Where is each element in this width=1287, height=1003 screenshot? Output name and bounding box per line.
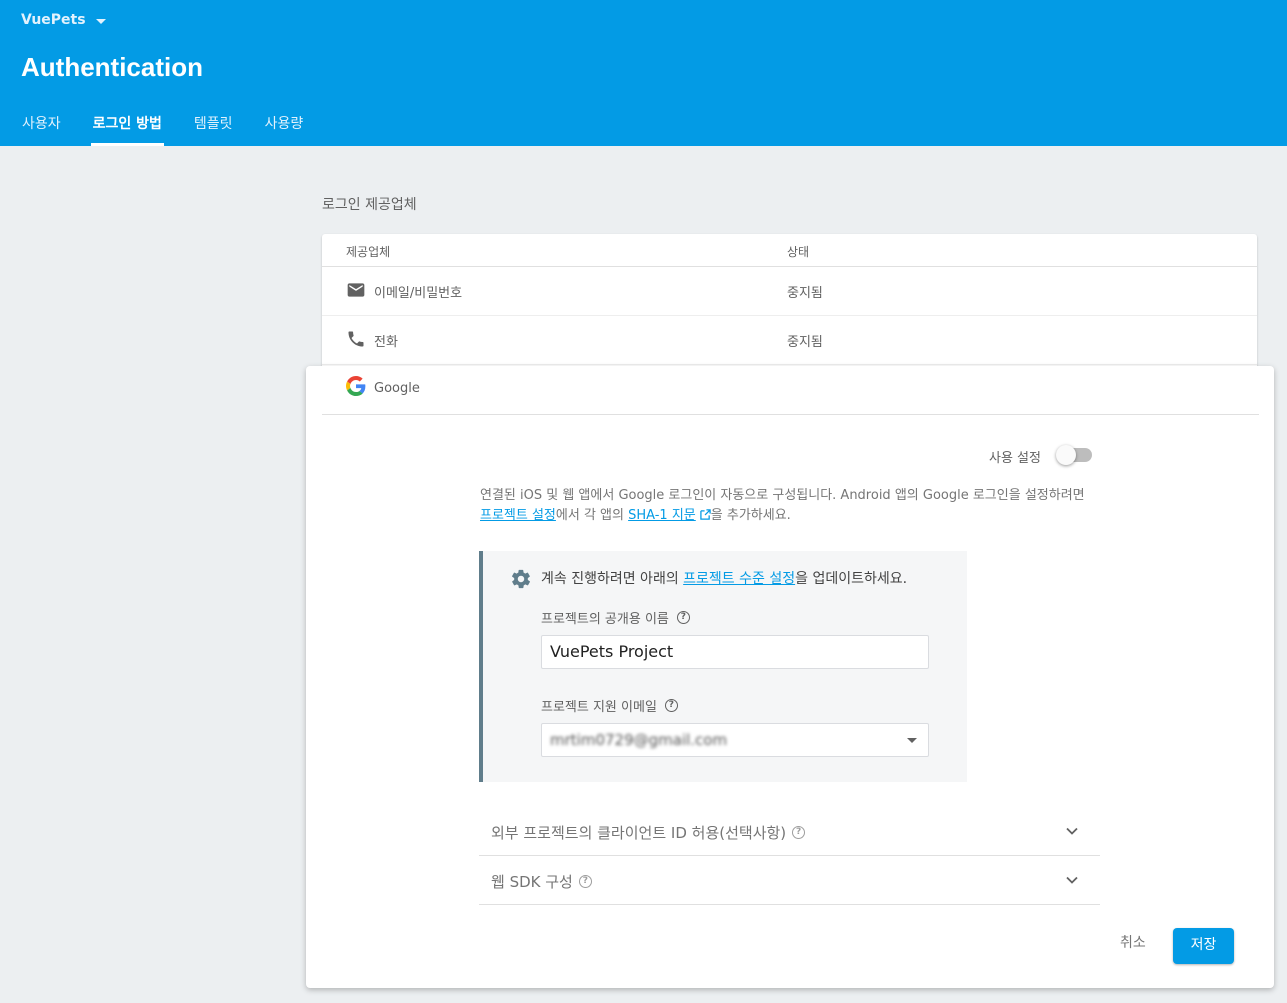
help-icon[interactable]: ? [578,875,592,888]
expander-label: 웹 SDK 구성 ? [491,871,592,892]
gear-icon [511,569,531,589]
app-header: VuePets Authentication 사용자 로그인 방법 템플릿 사용… [0,0,1287,146]
providers-table: 제공업체 상태 이메일/비밀번호 중지됨 전화 중지됨 [322,234,1257,374]
table-row[interactable]: 이메일/비밀번호 중지됨 [322,267,1257,316]
web-sdk-config-expander[interactable]: 웹 SDK 구성 ? [479,856,1100,905]
sha1-link[interactable]: SHA-1 지문 [628,508,696,523]
description-part: 에서 각 앱의 [555,508,629,523]
project-level-settings-link[interactable]: 프로젝트 수준 설정 [683,571,795,587]
notice-part: 계속 진행하려면 아래의 [541,571,684,587]
project-selector[interactable]: VuePets [21,12,106,28]
google-logo-icon [346,376,366,396]
chevron-down-icon [1066,827,1078,835]
toggle-knob [1056,445,1076,465]
phone-icon [348,331,364,347]
help-icon[interactable]: ? [792,826,806,839]
notice-part: 을 업데이트하세요. [795,571,908,587]
description-part: 연결된 iOS 및 웹 앱에서 Google 로그인이 자동으로 구성됩니다. … [480,488,1085,503]
chevron-down-icon [1066,876,1078,884]
section-label: 로그인 제공업체 [322,197,417,213]
tab-usage[interactable]: 사용량 [265,110,304,146]
provider-name: 전화 [374,335,398,350]
google-provider-panel: Google 사용 설정 연결된 iOS 및 웹 앱에서 Google 로그인이… [306,366,1274,988]
dropdown-arrow-icon [907,738,917,743]
external-client-ids-expander[interactable]: 외부 프로젝트의 클라이언트 ID 허용(선택사항) ? [479,807,1100,856]
description-part: 을 추가하세요. [710,508,791,523]
public-name-input[interactable]: VuePets Project [541,635,929,669]
caret-down-icon [95,18,106,24]
public-name-label-text: 프로젝트의 공개용 이름 [541,612,669,627]
help-icon[interactable]: ? [676,611,690,624]
provider-title: Google [374,381,420,396]
notice-text: 계속 진행하려면 아래의 프로젝트 수준 설정을 업데이트하세요. [541,568,907,588]
enable-label: 사용 설정 [989,451,1041,466]
project-settings-link[interactable]: 프로젝트 설정 [480,508,556,523]
expander-label-text: 외부 프로젝트의 클라이언트 ID 허용(선택사항) [491,824,787,842]
table-header: 제공업체 상태 [322,234,1257,267]
provider-name: 이메일/비밀번호 [374,286,463,301]
support-email-select[interactable]: mrtim0729@gmail.com [541,723,929,757]
support-email-value: mrtim0729@gmail.com [550,731,728,749]
table-row[interactable]: 전화 중지됨 [322,316,1257,365]
tab-sign-in-method[interactable]: 로그인 방법 [90,110,165,146]
tab-templates[interactable]: 템플릿 [194,110,233,146]
tab-users[interactable]: 사용자 [22,110,61,146]
expander-label-text: 웹 SDK 구성 [491,873,573,891]
column-header-provider: 제공업체 [346,245,391,259]
provider-status: 중지됨 [787,286,823,301]
support-email-label: 프로젝트 지원 이메일 ? [541,696,678,715]
enable-toggle[interactable] [1056,445,1092,465]
column-header-status: 상태 [787,245,810,259]
support-email-label-text: 프로젝트 지원 이메일 [541,700,657,715]
mail-icon [347,283,365,297]
cancel-button[interactable]: 취소 [1112,928,1154,956]
project-settings-box: 계속 진행하려면 아래의 프로젝트 수준 설정을 업데이트하세요. 프로젝트의 … [479,551,967,782]
panel-header: Google [322,366,1259,415]
save-button[interactable]: 저장 [1173,928,1234,964]
tab-bar: 사용자 로그인 방법 템플릿 사용량 [0,110,313,146]
description-text: 연결된 iOS 및 웹 앱에서 Google 로그인이 자동으로 구성됩니다. … [480,486,1100,526]
public-name-label: 프로젝트의 공개용 이름 ? [541,608,690,627]
provider-status: 중지됨 [787,335,823,350]
expander-label: 외부 프로젝트의 클라이언트 ID 허용(선택사항) ? [491,822,806,843]
external-link-icon[interactable] [700,509,711,520]
project-name: VuePets [21,12,86,28]
help-icon[interactable]: ? [664,699,678,712]
page-title: Authentication [21,52,203,82]
